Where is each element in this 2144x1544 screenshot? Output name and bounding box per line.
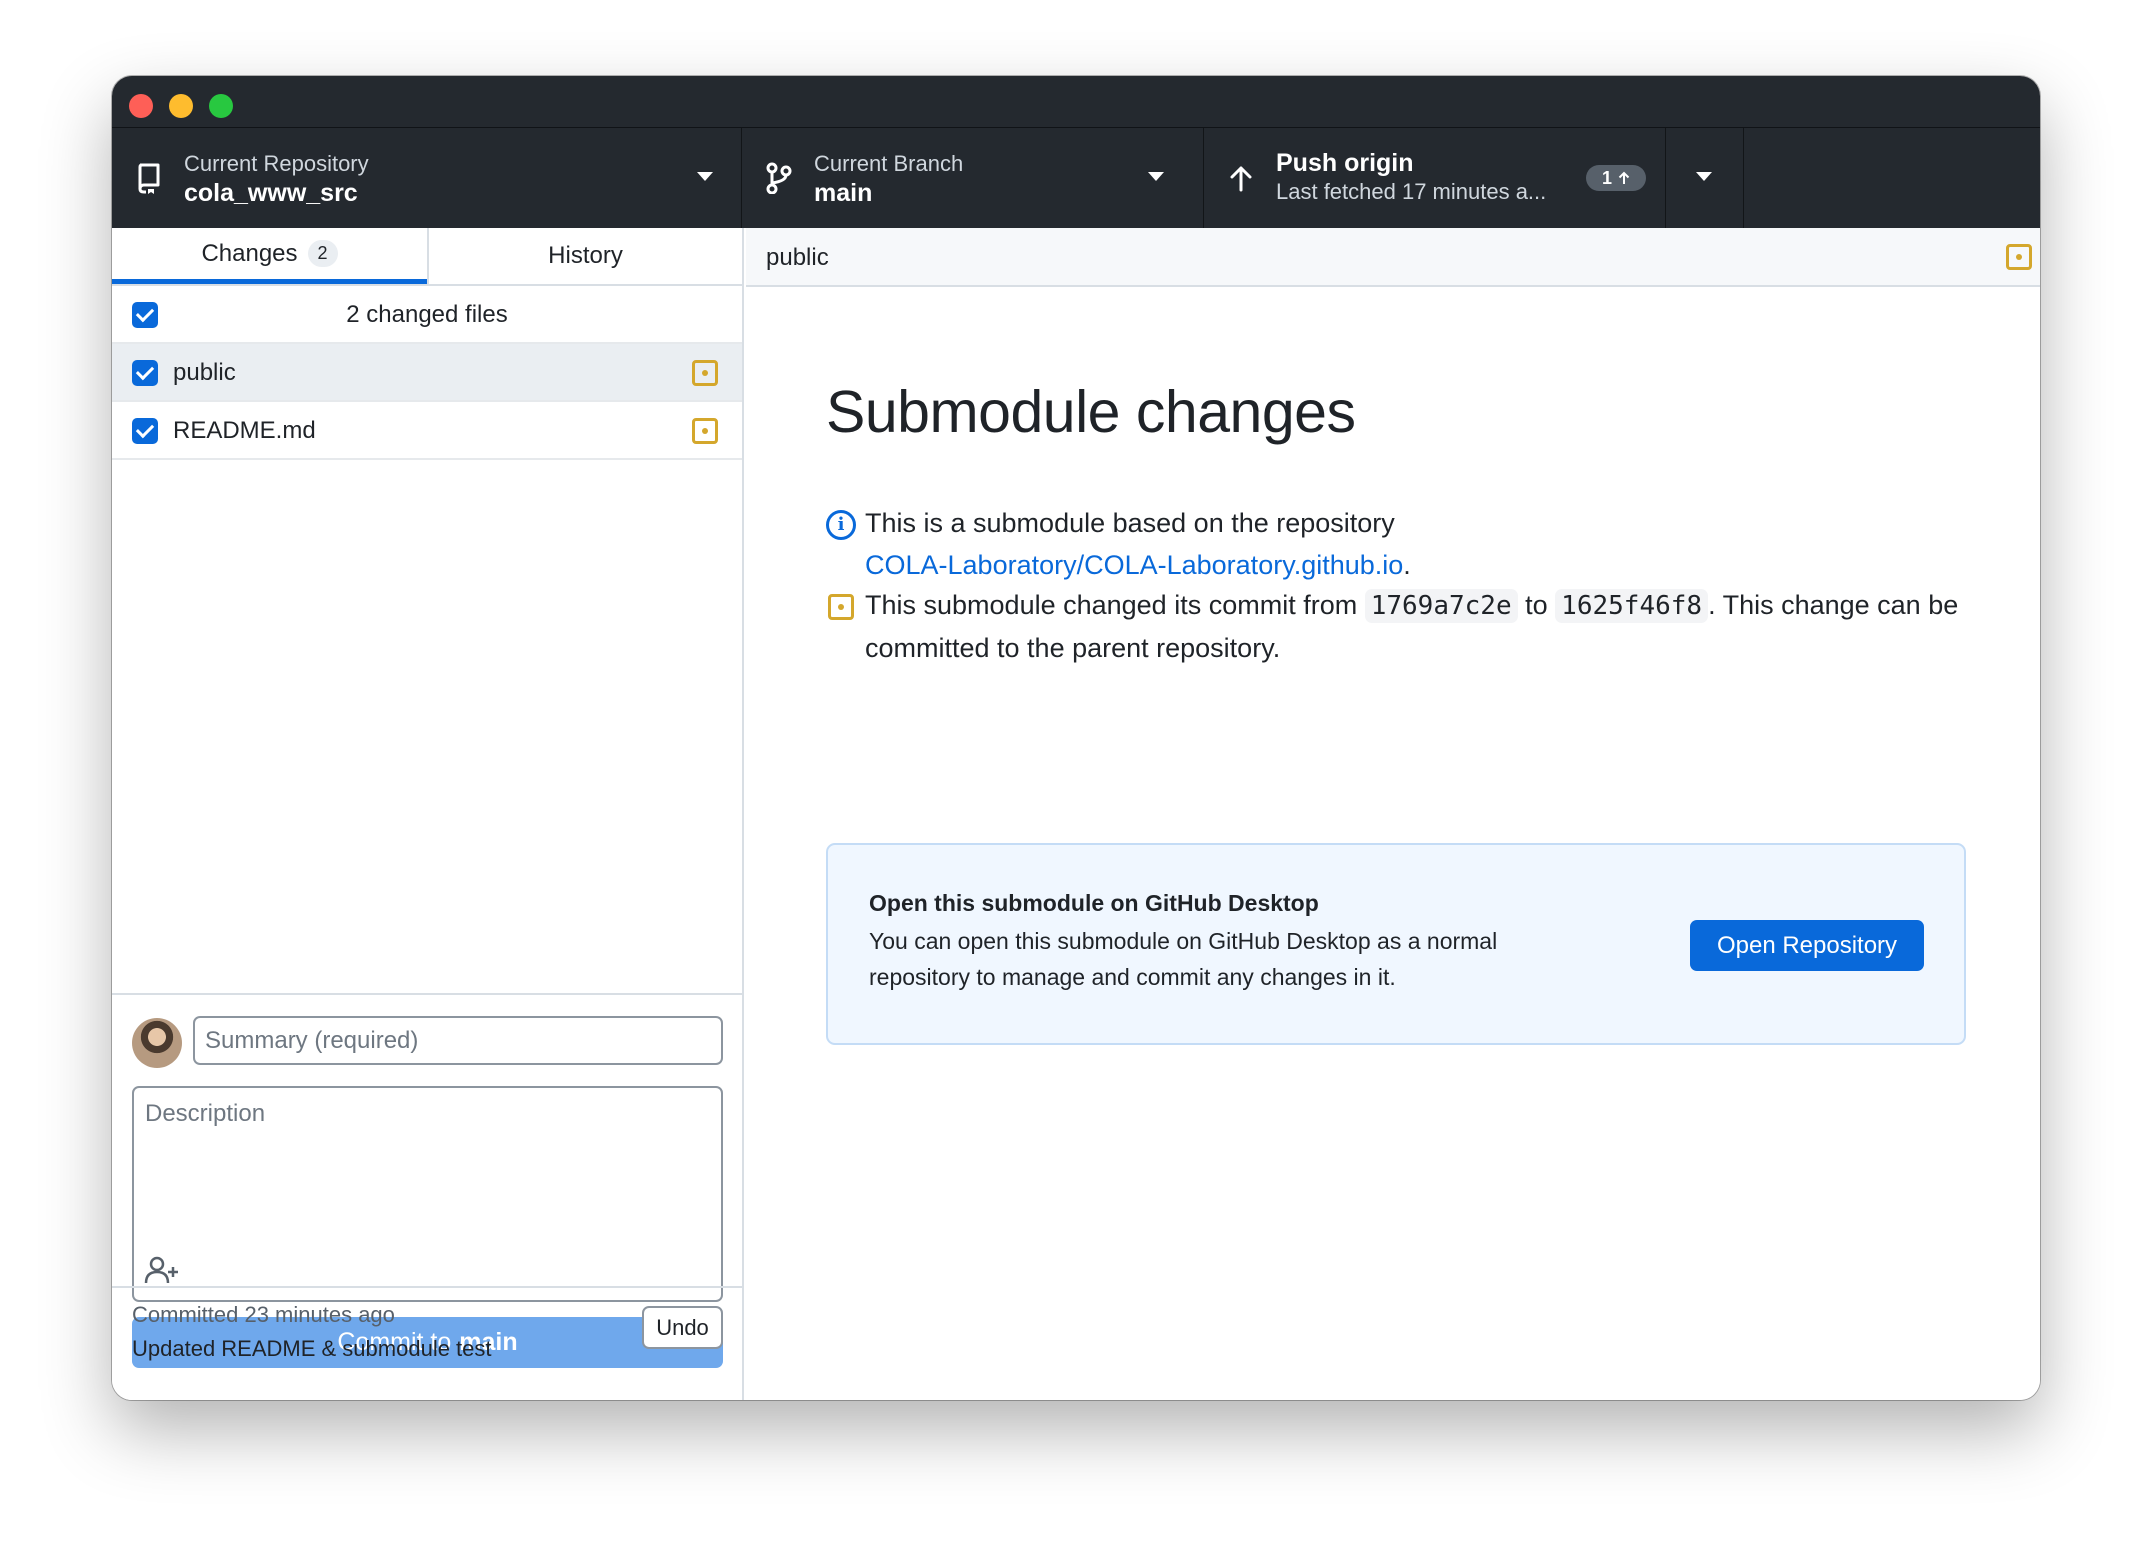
sidebar-tabs: Changes 2 History [112, 228, 742, 286]
current-branch-dropdown[interactable]: Current Branch main [742, 128, 1204, 228]
changed-files-header: 2 changed files [112, 286, 742, 344]
from-sha: 1769a7c2e [1364, 589, 1518, 623]
file-modified-icon [692, 360, 718, 386]
tab-changes-label: Changes [201, 239, 298, 267]
file-modified-icon [828, 594, 854, 620]
summary-input[interactable] [193, 1016, 723, 1065]
file-modified-icon [692, 418, 718, 444]
minimize-window-button[interactable] [169, 94, 193, 118]
tab-history[interactable]: History [427, 228, 742, 284]
title-bar [112, 76, 2040, 128]
branch-label: Current Branch [814, 151, 964, 176]
main-panel: public Submodule changes i This is a sub… [746, 228, 2040, 1400]
branch-name: main [814, 179, 873, 207]
commit-change-text: This submodule changed its commit from [865, 590, 1358, 620]
changes-count-badge: 2 [307, 240, 338, 267]
repository-label: Current Repository [184, 151, 369, 176]
push-options-dropdown[interactable] [1666, 128, 1744, 228]
repository-name: cola_www_src [184, 179, 358, 207]
file-name: public [173, 359, 236, 386]
file-list-item[interactable]: public [112, 344, 742, 402]
file-name: README.md [173, 417, 316, 444]
ahead-count-badge: 1 [1586, 165, 1646, 191]
info-icon: i [826, 510, 856, 540]
page-title: Submodule changes [826, 379, 1356, 445]
app-window: Current Repository cola_www_src Current … [112, 76, 2040, 1400]
tab-changes[interactable]: Changes 2 [112, 228, 427, 284]
callout-title: Open this submodule on GitHub Desktop [869, 890, 1319, 916]
last-commit-time: Committed 23 minutes ago [132, 1302, 395, 1327]
zoom-window-button[interactable] [209, 94, 233, 118]
undo-button[interactable]: Undo [642, 1306, 723, 1349]
file-modified-icon [2006, 244, 2032, 270]
description-box [132, 1086, 723, 1302]
submodule-info-text: This is a submodule based on the reposit… [865, 508, 1395, 538]
caret-down-icon [697, 172, 713, 181]
sidebar: Changes 2 History 2 changed files public… [112, 228, 744, 1400]
push-title: Push origin [1276, 149, 1414, 177]
ahead-count: 1 [1601, 167, 1612, 188]
to-sha: 1625f46f8 [1555, 589, 1709, 623]
diff-header: public [746, 228, 2040, 287]
file-list-item[interactable]: README.md [112, 402, 742, 460]
toolbar: Current Repository cola_www_src Current … [112, 128, 2040, 228]
arrow-up-icon [1230, 166, 1252, 192]
tab-history-label: History [548, 242, 623, 269]
avatar [132, 1018, 182, 1068]
last-commit-panel: Committed 23 minutes ago Updated README … [112, 1286, 742, 1400]
description-input[interactable] [134, 1088, 721, 1248]
repository-link[interactable]: COLA-Laboratory/COLA-Laboratory.github.i… [865, 550, 1403, 580]
to-word: to [1525, 590, 1548, 620]
changed-files-count: 2 changed files [346, 301, 508, 328]
caret-down-icon [1148, 172, 1164, 181]
last-commit-message: Updated README & submodule test [132, 1336, 492, 1361]
file-checkbox[interactable] [132, 360, 158, 386]
open-submodule-callout: Open this submodule on GitHub Desktop Yo… [826, 843, 1966, 1045]
repo-icon [138, 163, 160, 194]
arrow-up-icon [1618, 171, 1630, 184]
push-origin-button[interactable]: Push origin Last fetched 17 minutes a...… [1204, 128, 1666, 228]
current-repository-dropdown[interactable]: Current Repository cola_www_src [112, 128, 742, 228]
file-path: public [766, 244, 829, 271]
close-window-button[interactable] [129, 94, 153, 118]
callout-description: You can open this submodule on GitHub De… [869, 928, 1498, 990]
open-repository-button[interactable]: Open Repository [1690, 920, 1924, 971]
caret-down-icon [1696, 172, 1712, 181]
last-fetched-text: Last fetched 17 minutes a... [1276, 179, 1547, 204]
file-checkbox[interactable] [132, 418, 158, 444]
branch-icon [766, 162, 792, 194]
add-coauthor-icon[interactable] [144, 1255, 182, 1285]
